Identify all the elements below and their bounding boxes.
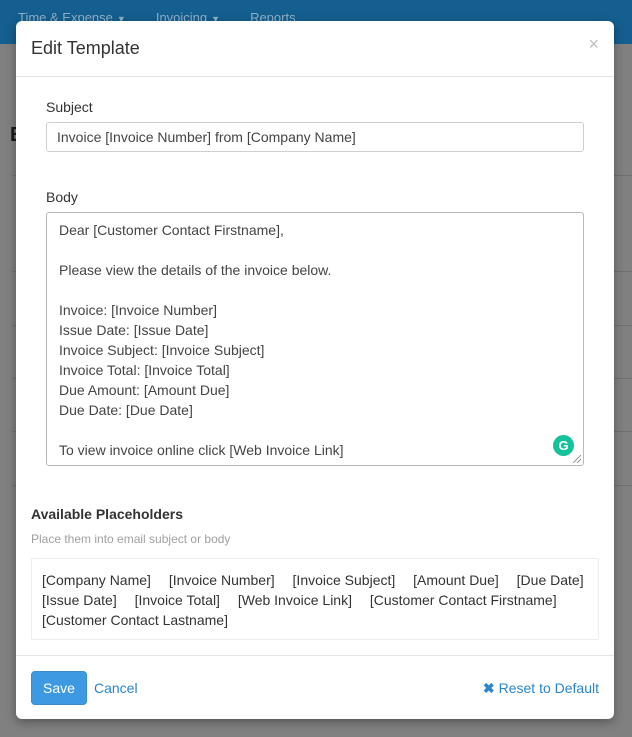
body-line: To view invoice online click [Web Invoic… xyxy=(59,442,344,458)
body-textarea[interactable]: Dear [Customer Contact Firstname], Pleas… xyxy=(46,212,584,466)
placeholder-item[interactable]: [Invoice Total] xyxy=(135,590,220,610)
placeholder-item[interactable]: [Customer Contact Firstname] xyxy=(370,590,557,610)
reset-icon: ✖ xyxy=(482,680,495,696)
modal-footer: Save Cancel ✖ Reset to Default xyxy=(16,655,614,720)
body-line: Issue Date: [Issue Date] xyxy=(59,322,209,338)
placeholder-item[interactable]: [Amount Due] xyxy=(413,570,499,590)
placeholder-item[interactable]: [Due Date] xyxy=(517,570,584,590)
body-line xyxy=(59,280,571,300)
body-line: Invoice Subject: [Invoice Subject] xyxy=(59,342,265,358)
reset-label: Reset to Default xyxy=(498,680,599,696)
placeholders-hint: Place them into email subject or body xyxy=(31,532,231,546)
modal-title: Edit Template xyxy=(31,38,140,58)
save-button[interactable]: Save xyxy=(31,671,87,705)
body-line: Due Date: [Due Date] xyxy=(59,402,193,418)
placeholders-title: Available Placeholders xyxy=(31,506,183,522)
body-line: Invoice: [Invoice Number] xyxy=(59,302,217,318)
reset-to-default-link[interactable]: ✖ Reset to Default xyxy=(483,680,599,697)
body-line xyxy=(59,420,571,440)
placeholder-item[interactable]: [Issue Date] xyxy=(42,590,117,610)
body-line xyxy=(59,240,571,260)
subject-label: Subject xyxy=(46,99,93,115)
body-line: Due Amount: [Amount Due] xyxy=(59,382,230,398)
placeholder-item[interactable]: [Company Name] xyxy=(42,570,151,590)
placeholder-item[interactable]: [Invoice Subject] xyxy=(293,570,396,590)
body-line: Please view the details of the invoice b… xyxy=(59,262,332,278)
placeholders-list: [Company Name] [Invoice Number] [Invoice… xyxy=(31,558,599,640)
body-line: Invoice Total: [Invoice Total] xyxy=(59,362,230,378)
body-line: Dear [Customer Contact Firstname], xyxy=(59,222,284,238)
subject-input[interactable] xyxy=(46,122,584,152)
placeholder-item[interactable]: [Web Invoice Link] xyxy=(238,590,352,610)
body-label: Body xyxy=(46,189,78,205)
close-icon[interactable]: × xyxy=(588,34,599,55)
edit-template-modal: Edit Template × Subject Body Dear [Custo… xyxy=(16,21,614,719)
placeholder-item[interactable]: [Customer Contact Lastname] xyxy=(42,610,228,630)
cancel-link[interactable]: Cancel xyxy=(94,680,138,696)
placeholder-item[interactable]: [Invoice Number] xyxy=(169,570,275,590)
modal-header: Edit Template × xyxy=(16,21,614,77)
grammarly-icon[interactable]: G xyxy=(553,435,574,456)
resize-handle-icon[interactable] xyxy=(573,455,581,463)
